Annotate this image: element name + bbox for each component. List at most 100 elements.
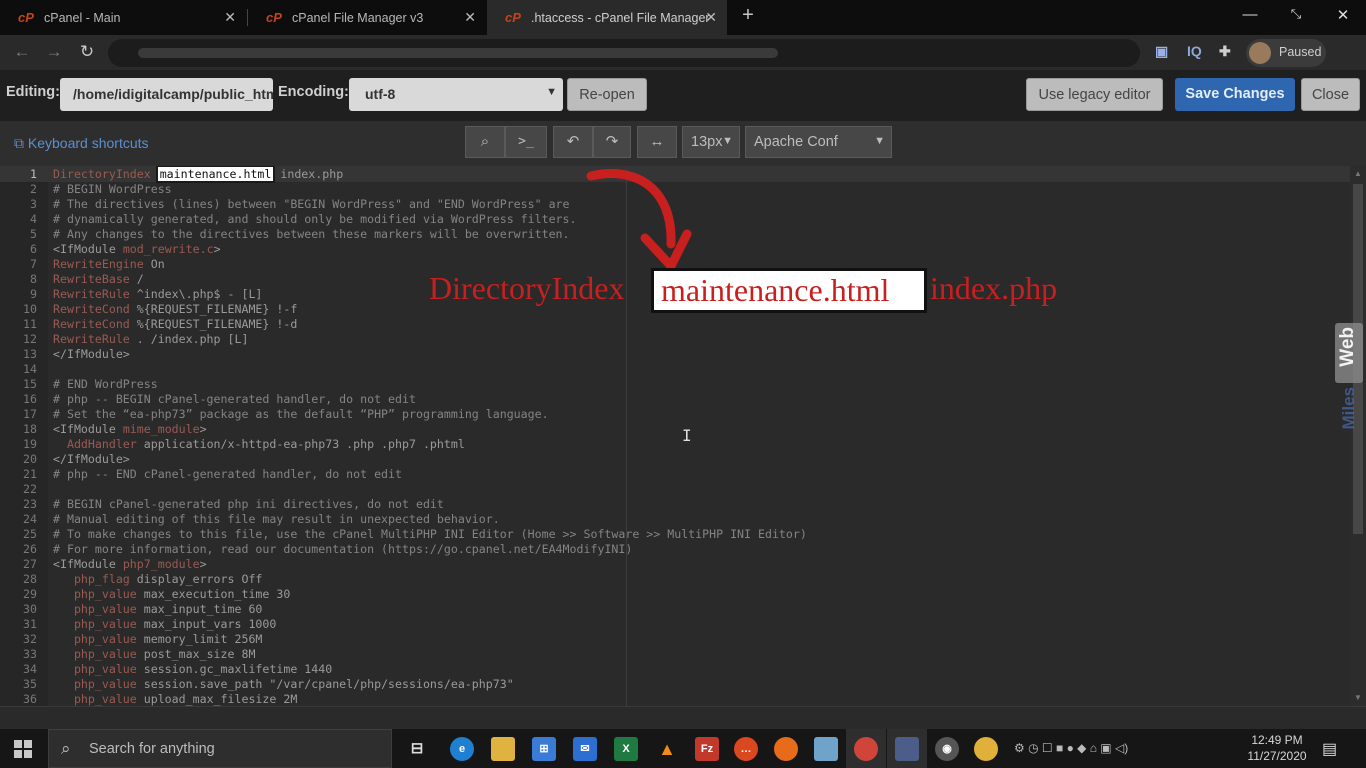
save-changes-button[interactable]: Save Changes: [1175, 78, 1295, 111]
tab-htaccess-editor[interactable]: cP .htaccess - cPanel File Manager v ✕: [487, 0, 727, 35]
line-number: 16: [23, 392, 37, 406]
browser-toolbar: ← → ↻ ▣ IQ ✚ Paused: [0, 35, 1366, 70]
line-number: 19: [23, 437, 37, 451]
taskbar-clock[interactable]: 12:49 PM 11/27/2020: [1244, 732, 1310, 764]
chrome-active-icon[interactable]: [854, 737, 878, 761]
code-line: 36 php_value upload_max_filesize 2M: [0, 692, 1350, 706]
cpanel-favicon-icon: cP: [266, 10, 282, 25]
scroll-up-icon[interactable]: ▲: [1353, 169, 1363, 178]
chrome-icon[interactable]: [974, 737, 998, 761]
close-icon[interactable]: ✕: [464, 9, 476, 26]
line-number: 15: [23, 377, 37, 391]
line-number: 4: [30, 212, 37, 226]
code-token: . /index.php [L]: [129, 332, 249, 346]
cpanel-favicon-icon: cP: [505, 10, 521, 25]
screen-capture-extension-icon[interactable]: ▣: [1155, 43, 1168, 60]
goto-line-button[interactable]: >_: [505, 126, 547, 158]
vlc-icon[interactable]: ▲: [655, 737, 679, 761]
code-token: application/x-httpd-ea-php73 .php .php7 …: [136, 437, 465, 451]
line-text: # Any changes to the directives between …: [53, 227, 570, 242]
excel-icon[interactable]: X: [614, 737, 638, 761]
notifications-icon[interactable]: ▤: [1322, 739, 1337, 759]
firefox-icon[interactable]: [774, 737, 798, 761]
code-token: AddHandler: [53, 437, 137, 451]
reload-icon[interactable]: ↻: [76, 41, 98, 63]
annotation-suffix: index.php: [930, 270, 1058, 306]
store-icon[interactable]: ⊞: [532, 737, 556, 761]
back-arrow-icon[interactable]: ←: [11, 41, 33, 63]
code-line: 32 php_value memory_limit 256M: [0, 632, 1350, 647]
code-token: >: [199, 422, 207, 436]
reopen-button[interactable]: Re-open: [567, 78, 647, 111]
search-button[interactable]: ⌕: [465, 126, 505, 158]
forward-arrow-icon[interactable]: →: [43, 41, 65, 63]
code-token: <IfModule: [53, 557, 123, 571]
line-number: 10: [23, 302, 37, 316]
syntax-mode-select[interactable]: Apache Conf ▼: [745, 126, 892, 158]
code-token: RewriteBase: [53, 272, 130, 286]
restore-icon[interactable]: ⤡: [1286, 6, 1306, 22]
close-icon[interactable]: ✕: [705, 9, 717, 26]
photo-app-icon[interactable]: [895, 737, 919, 761]
undo-button[interactable]: ↶: [553, 126, 593, 158]
file-path-field[interactable]: /home/idigitalcamp/public_html/.htaccess: [60, 78, 273, 111]
font-size-select[interactable]: 13px ▼: [682, 126, 740, 158]
code-token: upload_max_filesize 2M: [136, 692, 298, 706]
line-number: 23: [23, 497, 37, 511]
mail-icon[interactable]: ✉: [573, 737, 597, 761]
code-token: post_max_size 8M: [136, 647, 256, 661]
tab-file-manager[interactable]: cP cPanel File Manager v3 ✕: [248, 0, 486, 35]
code-token: /: [129, 272, 144, 286]
line-text: php_value max_input_time 60: [53, 602, 262, 617]
notes-icon[interactable]: [814, 737, 838, 761]
line-number: 29: [23, 587, 37, 601]
media-disc-icon[interactable]: ◉: [935, 737, 959, 761]
annotation-prefix: DirectoryIndex: [429, 270, 625, 306]
code-token: # BEGIN cPanel-generated php ini directi…: [53, 497, 444, 511]
clock-date: 11/27/2020: [1247, 749, 1307, 763]
encoding-select[interactable]: utf-8 ▼: [349, 78, 563, 111]
tab-cpanel-main[interactable]: cP cPanel - Main ✕: [0, 0, 246, 35]
line-number: 26: [23, 542, 37, 556]
code-token: php_value: [53, 617, 137, 631]
taskbar-search[interactable]: ⌕ Search for anything: [48, 729, 392, 768]
line-number: 9: [30, 287, 37, 301]
line-text: RewriteRule . /index.php [L]: [53, 332, 248, 347]
line-text: RewriteRule ^index\.php$ - [L]: [53, 287, 262, 302]
windows-start-icon[interactable]: [14, 740, 32, 758]
filezilla-icon[interactable]: Fz: [695, 737, 719, 761]
iq-extension-icon[interactable]: IQ: [1187, 43, 1202, 59]
wrap-toggle-button[interactable]: ↔: [637, 126, 677, 158]
chat-app-icon[interactable]: …: [734, 737, 758, 761]
window-close-icon[interactable]: ✕: [1333, 6, 1353, 24]
keyboard-shortcuts-link[interactable]: ⧉ Keyboard shortcuts: [14, 135, 149, 152]
close-button[interactable]: Close: [1301, 78, 1360, 111]
line-number: 17: [23, 407, 37, 421]
code-token: php7_module: [122, 557, 200, 571]
scroll-down-icon[interactable]: ▼: [1353, 693, 1363, 702]
address-bar[interactable]: [108, 39, 1140, 67]
new-tab-button[interactable]: +: [736, 4, 760, 30]
code-line: 26 # For more information, read our docum…: [0, 542, 1350, 557]
tray-icons[interactable]: ⚙ ◷ ☐ ■ ● ◆ ⌂ ▣ ◁): [1014, 741, 1128, 755]
use-legacy-editor-button[interactable]: Use legacy editor: [1026, 78, 1163, 111]
minimize-icon[interactable]: —: [1240, 6, 1260, 23]
code-token: php_value: [53, 647, 137, 661]
profile-status: Paused: [1279, 45, 1322, 59]
code-token: # Set the “ea-php73” package as the defa…: [53, 407, 549, 421]
edge-icon[interactable]: e: [450, 737, 474, 761]
extensions-puzzle-icon[interactable]: ✚: [1219, 43, 1231, 60]
redo-button[interactable]: ↷: [593, 126, 631, 158]
line-number: 8: [30, 272, 37, 286]
clock-time: 12:49 PM: [1251, 733, 1303, 747]
file-explorer-icon[interactable]: [491, 737, 515, 761]
close-icon[interactable]: ✕: [224, 9, 236, 26]
code-line: 16 # php -- BEGIN cPanel-generated handle…: [0, 392, 1350, 407]
code-token: # Any changes to the directives between …: [53, 227, 570, 241]
task-view-icon[interactable]: ⊟: [405, 737, 429, 761]
line-text: # For more information, read our documen…: [53, 542, 632, 557]
profile-button[interactable]: Paused: [1246, 39, 1326, 67]
line-text: # The directives (lines) between "BEGIN …: [53, 197, 570, 212]
watermark-brand: Web: [1337, 327, 1358, 367]
line-text: # php -- END cPanel-generated handler, d…: [53, 467, 402, 482]
